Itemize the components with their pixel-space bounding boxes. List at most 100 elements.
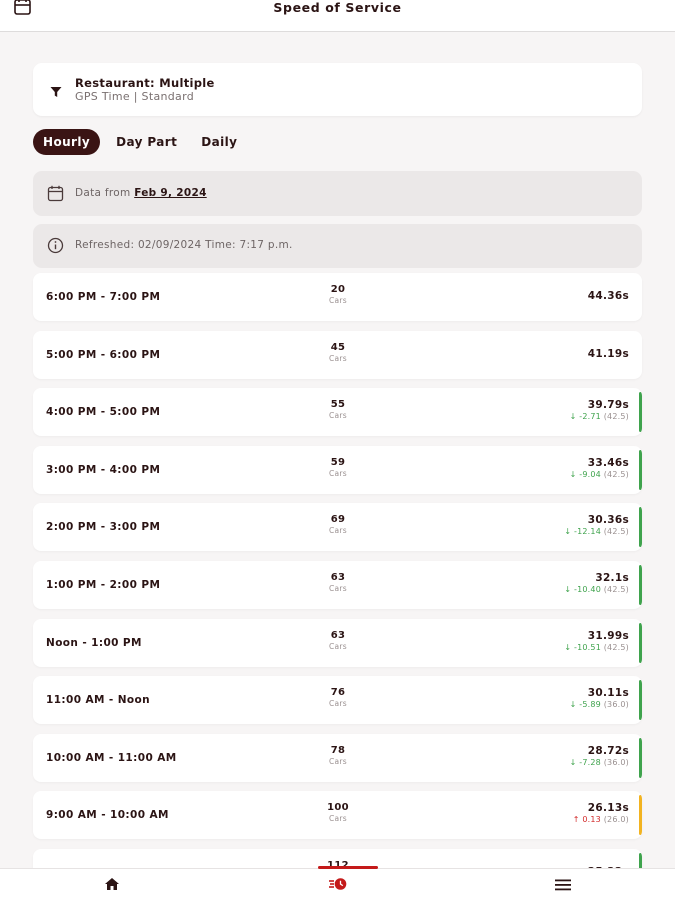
row-time: 10:00 AM - 11:00 AM (46, 752, 177, 764)
table-row[interactable]: 2:00 PM - 3:00 PM 69 Cars 30.36s ↓ -12.14 (4… (33, 503, 642, 551)
row-speed-value: 28.72s (587, 745, 629, 757)
row-goal: (42.5) (603, 527, 629, 536)
row-speed-delta: ↓ -9.04 (42.5) (570, 470, 629, 479)
row-cars: 45 Cars (298, 342, 378, 363)
row-speed-value: 33.46s (587, 457, 629, 469)
status-bar (639, 680, 642, 720)
row-delta-value: ↑ 0.13 (572, 815, 601, 824)
nav-menu[interactable] (523, 869, 603, 900)
page-title: Speed of Service (273, 0, 402, 15)
row-speed-value: 32.1s (595, 572, 629, 584)
row-cars-label: Cars (328, 699, 348, 708)
status-bar (639, 392, 642, 432)
status-bar (639, 507, 642, 547)
row-speed-delta: ↓ -5.89 (36.0) (570, 700, 629, 709)
row-speed-delta: ↓ -2.71 (42.5) (570, 412, 629, 421)
active-tab-indicator (318, 866, 378, 869)
menu-icon (555, 876, 571, 895)
row-speed: 26.13s ↑ 0.13 (26.0) (573, 802, 629, 824)
row-car-count: 55 (330, 399, 346, 410)
row-speed-value: 39.79s (587, 399, 629, 411)
row-time: 9:00 AM - 10:00 AM (46, 809, 169, 821)
row-cars-label: Cars (328, 469, 348, 478)
row-goal: (42.5) (603, 643, 629, 652)
row-speed-delta: ↓ -10.51 (42.5) (564, 643, 629, 652)
row-cars: 100 Cars (298, 802, 378, 823)
row-car-count: 63 (330, 572, 346, 583)
timer-icon (329, 876, 347, 895)
status-bar (639, 738, 642, 778)
row-time: Noon - 1:00 PM (46, 637, 142, 649)
row-speed: 30.36s ↓ -12.14 (42.5) (564, 514, 629, 536)
row-car-count: 78 (330, 745, 346, 756)
refreshed-card: Refreshed: 02/09/2024 Time: 7:17 p.m. (33, 224, 642, 268)
row-speed: 33.46s ↓ -9.04 (42.5) (570, 457, 629, 479)
row-car-count: 76 (330, 687, 346, 698)
view-tabs: Hourly Day Part Daily (33, 129, 253, 155)
row-goal: (42.5) (603, 412, 629, 421)
filter-title: Restaurant: Multiple (75, 76, 215, 90)
table-row[interactable]: 11:00 AM - Noon 76 Cars 30.11s ↓ -5.89 (36.0… (33, 676, 642, 724)
row-time: 2:00 PM - 3:00 PM (46, 521, 161, 533)
table-row[interactable]: 3:00 PM - 4:00 PM 59 Cars 33.46s ↓ -9.04 (42… (33, 446, 642, 494)
table-row[interactable]: 10:00 AM - 11:00 AM 78 Cars 28.72s ↓ -7.28 (… (33, 734, 642, 782)
row-speed: 41.19s (588, 348, 629, 360)
table-row[interactable]: Noon - 1:00 PM 63 Cars 31.99s ↓ -10.51 (42.5… (33, 619, 642, 667)
tab-hourly[interactable]: Hourly (33, 129, 101, 155)
status-bar (639, 565, 642, 605)
nav-home[interactable] (72, 869, 152, 900)
data-from-card[interactable]: Data from Feb 9, 2024 (33, 171, 642, 216)
row-speed-value: 31.99s (587, 630, 629, 642)
row-time: 5:00 PM - 6:00 PM (46, 349, 161, 361)
row-speed-value: 44.36s (587, 290, 629, 302)
nav-speed-of-service[interactable] (298, 866, 378, 900)
row-time: 11:00 AM - Noon (46, 694, 151, 706)
info-icon (47, 237, 64, 254)
row-time: 3:00 PM - 4:00 PM (46, 464, 161, 476)
row-goal: (36.0) (603, 700, 629, 709)
table-row[interactable]: 9:00 AM - 10:00 AM 100 Cars 26.13s ↑ 0.13 (2… (33, 791, 642, 839)
table-row[interactable]: 1:00 PM - 2:00 PM 63 Cars 32.1s ↓ -10.40 (42… (33, 561, 642, 609)
data-from-date[interactable]: Feb 9, 2024 (134, 187, 207, 199)
row-cars-label: Cars (328, 642, 348, 651)
app: Speed of Service Restaurant: Multiple GP… (0, 0, 675, 900)
row-speed: 28.72s ↓ -7.28 (36.0) (570, 745, 629, 767)
row-speed: 30.11s ↓ -5.89 (36.0) (570, 687, 629, 709)
row-car-count: 45 (330, 342, 346, 353)
row-cars: 78 Cars (298, 745, 378, 766)
row-cars-label: Cars (328, 296, 348, 305)
row-delta-value: ↓ -12.14 (564, 527, 601, 536)
row-car-count: 20 (330, 284, 346, 295)
tab-day-part[interactable]: Day Part (108, 129, 185, 155)
row-time: 6:00 PM - 7:00 PM (46, 291, 161, 303)
tab-daily[interactable]: Daily (193, 129, 245, 155)
row-speed-delta: ↓ -7.28 (36.0) (570, 758, 629, 767)
row-car-count: 63 (330, 630, 346, 641)
row-time: 4:00 PM - 5:00 PM (46, 406, 161, 418)
bottom-nav (0, 866, 675, 900)
row-goal: (42.5) (603, 585, 629, 594)
row-cars-label: Cars (328, 757, 348, 766)
table-row[interactable]: 6:00 PM - 7:00 PM 20 Cars 44.36s (33, 273, 642, 321)
row-cars: 76 Cars (298, 687, 378, 708)
row-time: 1:00 PM - 2:00 PM (46, 579, 161, 591)
table-row[interactable]: 5:00 PM - 6:00 PM 45 Cars 41.19s (33, 331, 642, 379)
row-goal: (26.0) (603, 815, 629, 824)
refreshed-text: Refreshed: 02/09/2024 Time: 7:17 p.m. (75, 239, 293, 251)
status-bar (639, 450, 642, 490)
status-bar (639, 795, 642, 835)
home-icon (104, 876, 120, 895)
row-delta-value: ↓ -7.28 (569, 758, 601, 767)
row-speed-value: 41.19s (587, 348, 629, 360)
row-cars-label: Cars (328, 814, 348, 823)
row-speed-delta: ↑ 0.13 (26.0) (573, 815, 629, 824)
row-delta-value: ↓ -2.71 (569, 412, 601, 421)
table-row[interactable]: 4:00 PM - 5:00 PM 55 Cars 39.79s ↓ -2.71 (42… (33, 388, 642, 436)
row-goal: (42.5) (603, 470, 629, 479)
row-speed: 39.79s ↓ -2.71 (42.5) (570, 399, 629, 421)
row-goal: (36.0) (603, 758, 629, 767)
data-from-prefix: Data from (75, 187, 131, 199)
filter-card[interactable]: Restaurant: Multiple GPS Time | Standard (33, 63, 642, 116)
row-speed-delta: ↓ -10.40 (42.5) (564, 585, 629, 594)
row-cars-label: Cars (328, 584, 348, 593)
